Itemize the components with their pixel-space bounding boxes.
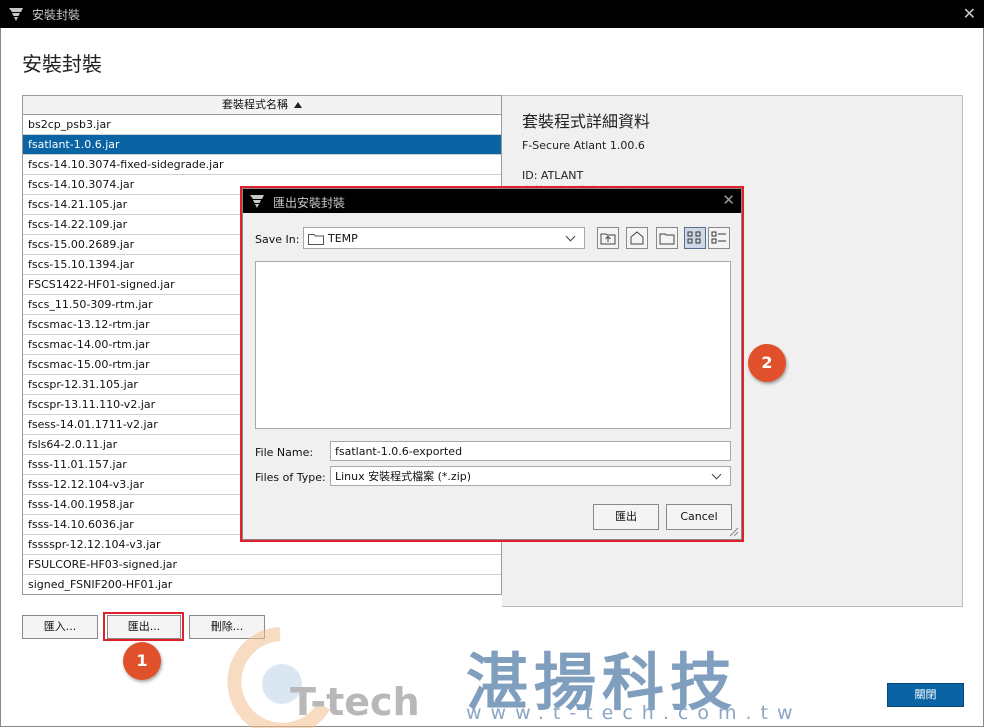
- step-badge-2: 2: [748, 344, 786, 382]
- details-product: F-Secure Atlant 1.00.6: [522, 139, 645, 152]
- page-title: 安裝封裝: [22, 52, 102, 76]
- list-item[interactable]: fscs-14.10.3074-fixed-sidegrade.jar: [23, 155, 501, 175]
- export-highlight-box: [103, 612, 184, 641]
- window-close-icon[interactable]: ✕: [963, 4, 976, 23]
- step-badge-1: 1: [123, 642, 161, 680]
- column-header-package-name[interactable]: 套裝程式名稱: [23, 96, 501, 115]
- close-button[interactable]: 關閉: [887, 683, 964, 707]
- details-id: ID: ATLANT: [522, 169, 584, 182]
- column-header-label: 套裝程式名稱: [222, 98, 288, 111]
- details-title: 套裝程式詳細資料: [522, 112, 651, 131]
- sort-ascending-icon: [294, 102, 302, 108]
- window-titlebar: 安裝封裝 ✕: [0, 0, 984, 28]
- watermark-brand: T-tech: [290, 680, 420, 724]
- watermark-url: www.t-tech.com.tw: [466, 702, 802, 724]
- dialog-highlight-box: [240, 186, 744, 542]
- list-item[interactable]: FSULCORE-HF03-signed.jar: [23, 555, 501, 575]
- list-item[interactable]: fsatlant-1.0.6.jar: [23, 135, 501, 155]
- import-button[interactable]: 匯入...: [22, 615, 98, 639]
- window-title: 安裝封裝: [32, 8, 81, 22]
- f-secure-logo-icon: [9, 8, 23, 21]
- list-item[interactable]: signed_FSNIF200-HF01.jar: [23, 575, 501, 594]
- list-item[interactable]: bs2cp_psb3.jar: [23, 115, 501, 135]
